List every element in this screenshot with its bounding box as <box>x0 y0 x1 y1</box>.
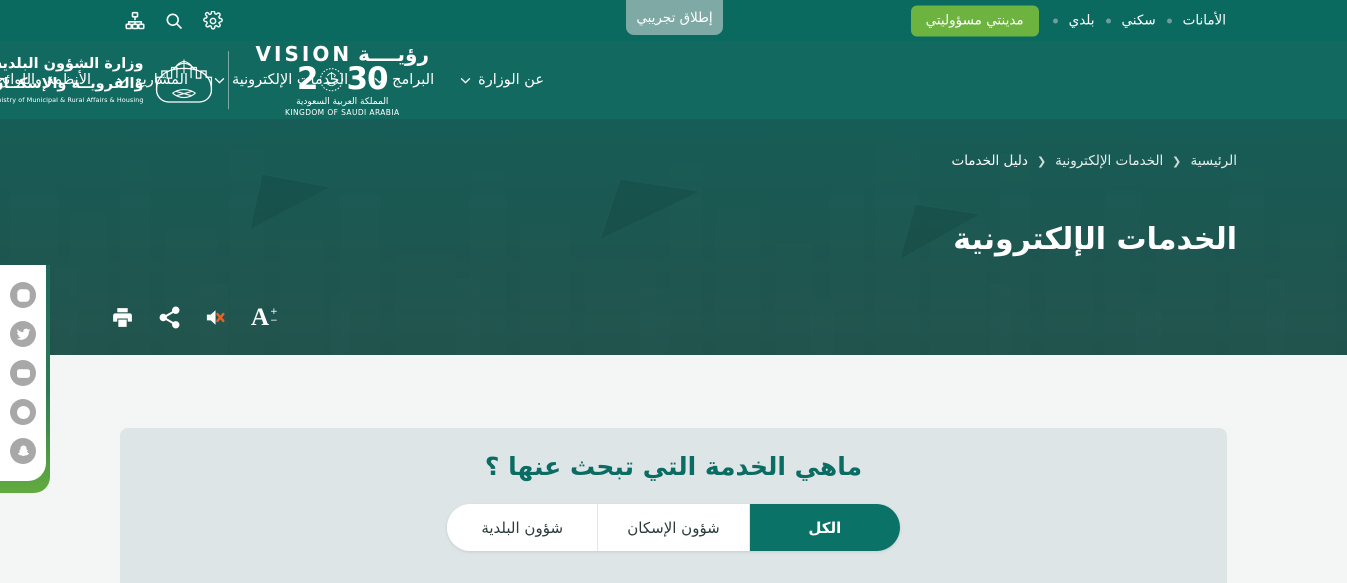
vision-2030-logo[interactable]: VISION رؤيــــة 2 30 المملكة العربية الس… <box>242 42 439 118</box>
dot-separator-icon <box>1105 18 1111 23</box>
breadcrumb-eservices[interactable]: الخدمات الإلكترونية <box>1055 153 1163 169</box>
ministry-logo[interactable]: وزارة الشؤون البلدية والقرويــة والإسكــ… <box>0 54 215 106</box>
page-title: الخدمات الإلكترونية <box>953 222 1237 257</box>
ministry-logo-text: وزارة الشؤون البلدية والقرويــة والإسكــ… <box>0 55 144 104</box>
social-rail <box>0 265 56 493</box>
snapchat-icon[interactable] <box>10 438 36 464</box>
topbar-link-balady[interactable]: بلدي <box>1058 13 1106 29</box>
hero-banner: الرئيسية ❯ الخدمات الإلكترونية ❯ دليل ال… <box>0 119 1347 355</box>
ministry-emblem-icon <box>153 54 215 106</box>
beta-launch-badge: إطلاق تجريبي <box>626 0 723 35</box>
vision-kingdom-text: المملكة العربية السعودية KINGDOM OF SAUD… <box>285 97 399 118</box>
top-bar: إطلاق تجريبي الأمانات سكني بلدي مدينتي م… <box>0 0 1347 41</box>
service-category-tabs: الكل شؤون الإسكان شؤون البلدية <box>447 504 900 551</box>
dot-separator-icon <box>1166 18 1172 23</box>
font-size-icon[interactable]: A + − <box>251 303 278 331</box>
chevron-down-icon <box>460 77 471 84</box>
facebook-icon[interactable] <box>10 399 36 425</box>
ministry-name-line1: وزارة الشؤون البلدية <box>0 56 144 73</box>
youtube-icon[interactable] <box>10 360 36 386</box>
instagram-icon[interactable] <box>10 282 36 308</box>
topbar-links: الأمانات سكني بلدي مدينتي مسؤوليتي <box>910 5 1237 36</box>
tab-all[interactable]: الكل <box>748 504 900 551</box>
topbar-link-amanat[interactable]: الأمانات <box>1172 13 1237 29</box>
tab-housing-affairs[interactable]: شؤون الإسكان <box>597 504 749 551</box>
nav-label: عن الوزارة <box>478 72 544 88</box>
font-size-controls: + − <box>270 306 278 327</box>
sitemap-icon[interactable] <box>125 11 145 31</box>
logo-group[interactable]: وزارة الشؤون البلدية والقرويــة والإسكــ… <box>0 42 439 118</box>
gear-icon[interactable] <box>203 10 223 31</box>
kingdom-english: KINGDOM OF SAUDI ARABIA <box>285 108 400 118</box>
main-nav-bar: عن الوزارة البرامج الخدمات الإلكترونية ا… <box>0 41 1347 119</box>
vision-year: 2 30 <box>296 61 389 98</box>
breadcrumb-home[interactable]: الرئيسية <box>1191 153 1238 169</box>
ministry-name-line2: والقرويــة والإسكــان <box>0 75 144 92</box>
chevron-left-icon: ❯ <box>1172 154 1182 168</box>
kingdom-arabic: المملكة العربية السعودية <box>296 97 389 108</box>
topbar-link-sakani[interactable]: سكني <box>1111 13 1167 29</box>
page-root: إطلاق تجريبي الأمانات سكني بلدي مدينتي م… <box>0 0 1347 583</box>
font-size-letter: A <box>251 303 270 331</box>
mute-icon[interactable] <box>204 305 229 330</box>
search-card-title: ماهي الخدمة التي تبحث عنها ؟ <box>484 452 863 481</box>
vision-wordmark: VISION رؤيــــة <box>256 42 429 66</box>
share-icon[interactable] <box>157 305 182 330</box>
my-city-my-responsibility-button[interactable]: مدينتي مسؤوليتي <box>910 5 1039 36</box>
logo-divider <box>227 51 229 109</box>
vision-year-right: 30 <box>346 61 388 98</box>
social-rail-panel <box>0 265 46 481</box>
breadcrumb-current: دليل الخدمات <box>951 153 1028 169</box>
topbar-icon-group <box>125 10 223 31</box>
ministry-name-english: Ministry of Municipal & Rural Affairs & … <box>0 96 144 105</box>
search-icon[interactable] <box>164 11 184 31</box>
vision-year-left: 2 <box>296 61 319 98</box>
twitter-icon[interactable] <box>10 321 36 347</box>
font-decrease[interactable]: − <box>270 316 278 326</box>
print-icon[interactable] <box>110 305 135 330</box>
page-tools: A + − <box>110 305 278 330</box>
chevron-left-icon: ❯ <box>1036 154 1047 168</box>
saudi-emblem-icon <box>319 67 344 92</box>
service-search-card: ماهي الخدمة التي تبحث عنها ؟ الكل شؤون ا… <box>120 428 1227 583</box>
tab-municipal-affairs[interactable]: شؤون البلدية <box>447 504 598 551</box>
nav-item-about-ministry[interactable]: عن الوزارة <box>447 72 557 88</box>
breadcrumb: الرئيسية ❯ الخدمات الإلكترونية ❯ دليل ال… <box>951 153 1237 169</box>
